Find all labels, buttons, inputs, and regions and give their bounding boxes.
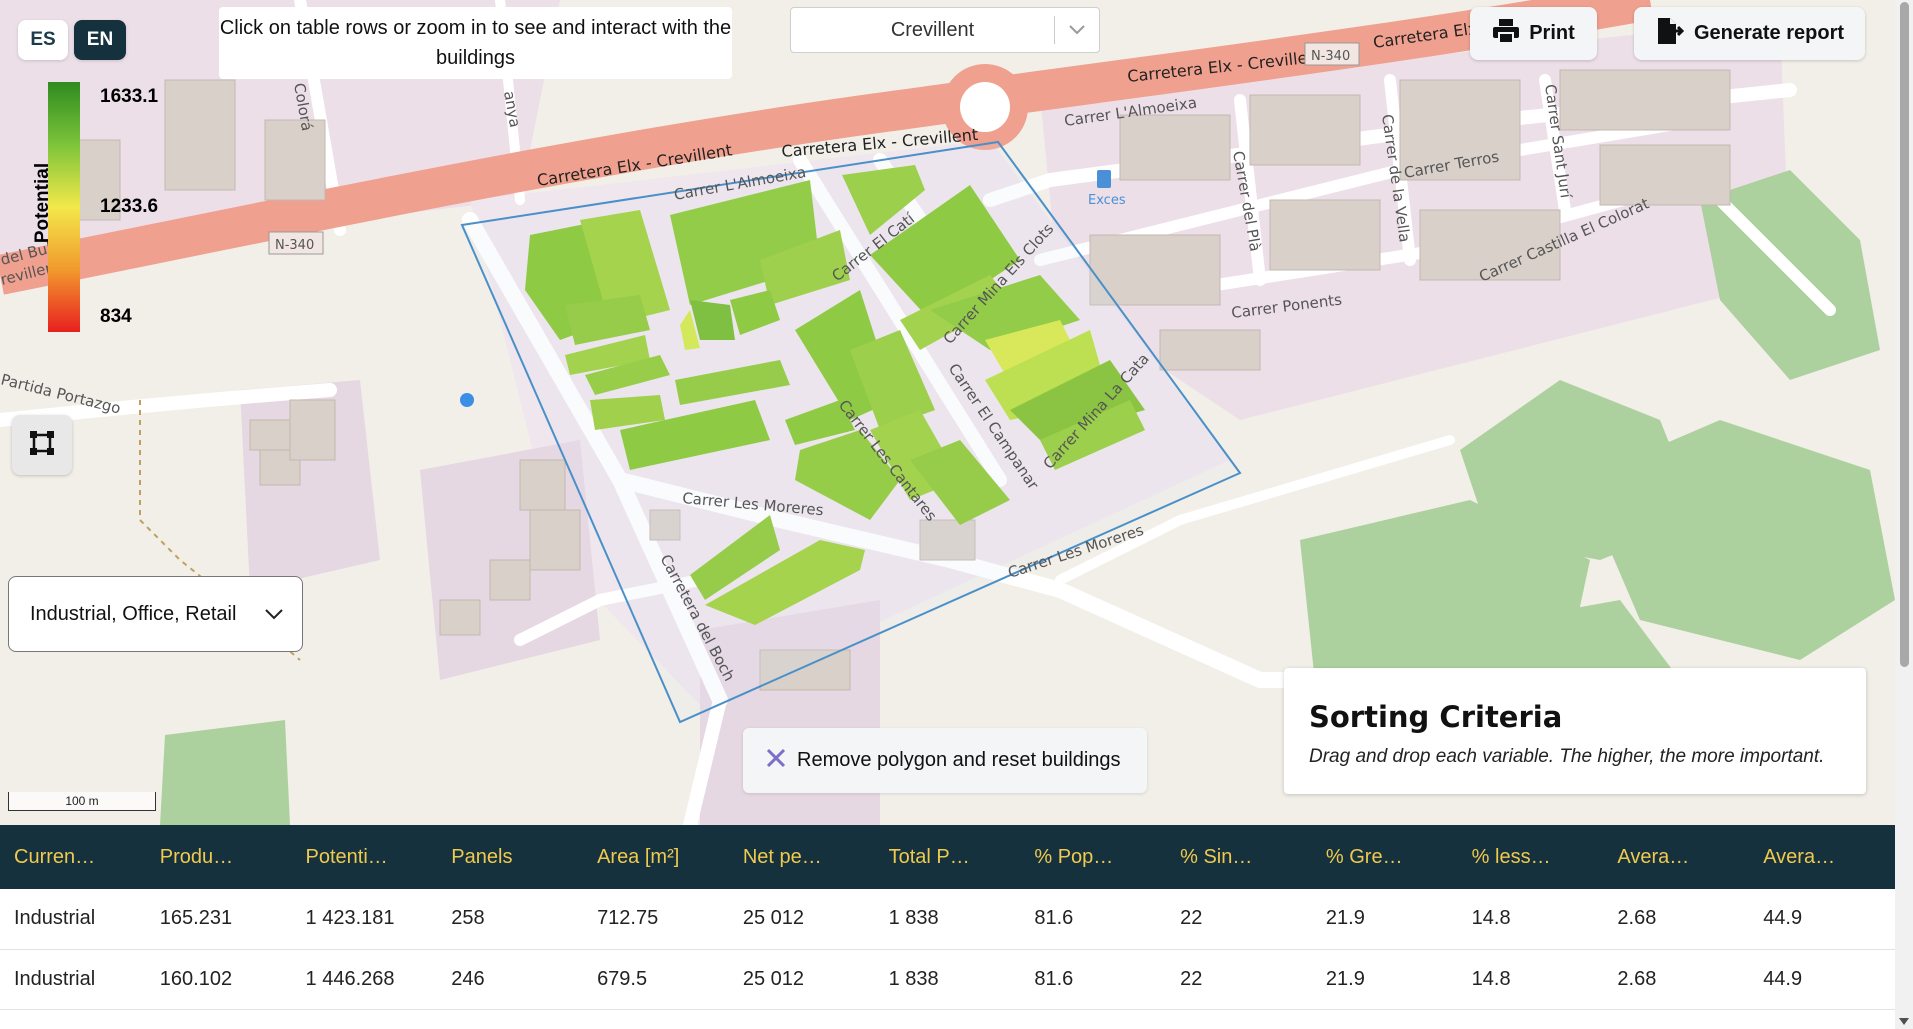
table-cell: 1 838 [888, 907, 939, 930]
table-cell: 712.75 [597, 907, 659, 930]
generate-report-button[interactable]: Generate report [1634, 7, 1865, 60]
roundabout-center [960, 82, 1010, 132]
building-type-value: Industrial, Office, Retail [30, 602, 237, 625]
table-row[interactable]: Industrial 160.102 1 446.268 246 679.5 2… [0, 949, 1895, 1009]
municipality-value: Crevillent [890, 18, 975, 41]
forest-patch [160, 720, 290, 825]
legend-mid-value: 1233.6 [100, 196, 159, 217]
column-header[interactable]: Avera… [1603, 825, 1749, 889]
scrollbar-thumb[interactable] [1900, 2, 1909, 667]
column-header[interactable]: Panels [437, 825, 583, 889]
table-cell: 44.9 [1763, 907, 1803, 930]
column-header[interactable]: Net pe… [729, 825, 875, 889]
table-cell: 81.6 [1034, 967, 1074, 990]
scroll-down-icon[interactable] [1899, 1018, 1909, 1025]
table-cell: Industrial [14, 967, 96, 990]
sorting-criteria-panel: Sorting Criteria Drag and drop each vari… [1284, 668, 1866, 794]
table-cell: Industrial [14, 907, 96, 930]
sorting-title: Sorting Criteria [1309, 700, 1563, 734]
table-cell: 2.68 [1617, 967, 1657, 990]
table-cell: 44.9 [1763, 967, 1803, 990]
column-header[interactable]: % Sin… [1166, 825, 1312, 889]
table-cell: 22 [1180, 907, 1203, 930]
table-cell: 21.9 [1325, 907, 1365, 930]
column-header[interactable]: % Gre… [1312, 825, 1458, 889]
table-cell: 2.68 [1617, 907, 1657, 930]
building-type-select[interactable]: Industrial, Office, Retail [8, 576, 303, 652]
table-cell: 21.9 [1325, 967, 1365, 990]
column-header[interactable]: % Pop… [1020, 825, 1166, 889]
table-cell: 14.8 [1471, 907, 1511, 930]
legend-max-value: 1633.1 [100, 86, 159, 107]
n340-shield: N-340 [268, 231, 324, 255]
column-header[interactable]: Potenti… [292, 825, 438, 889]
table-cell: 160.102 [159, 967, 233, 990]
table-cell: 165.231 [159, 907, 233, 930]
table-cell: 1 446.268 [305, 967, 395, 990]
language-en-button[interactable]: EN [74, 20, 126, 60]
chevron-down-icon[interactable] [1055, 8, 1099, 52]
n340-label: N-340 [275, 238, 314, 253]
close-icon [765, 747, 787, 775]
generate-report-label: Generate report [1693, 22, 1845, 44]
language-es-button[interactable]: ES [18, 20, 68, 60]
remove-polygon-label: Remove polygon and reset buildings [797, 749, 1121, 771]
column-header[interactable]: Curren… [0, 825, 146, 889]
table-cell: 14.8 [1471, 967, 1511, 990]
column-header[interactable]: % less… [1458, 825, 1604, 889]
table-row[interactable]: Industrial 165.231 1 423.181 258 712.75 … [0, 889, 1895, 949]
page-scrollbar[interactable] [1895, 0, 1913, 1029]
table-cell: 25 012 [742, 907, 804, 930]
print-button[interactable]: Print [1470, 7, 1597, 60]
draw-polygon-button[interactable] [12, 415, 72, 475]
n340-label: N-340 [1311, 49, 1350, 64]
legend-color-bar [48, 82, 80, 332]
table-header-row: Curren… Produ… Potenti… Panels Area [m²]… [0, 825, 1895, 889]
table-cell: 246 [451, 967, 485, 990]
column-header[interactable]: Area [m²] [583, 825, 729, 889]
table-cell: 25 012 [742, 967, 804, 990]
chevron-down-icon[interactable] [246, 608, 302, 620]
table-cell: 258 [451, 907, 485, 930]
file-export-icon [1655, 17, 1685, 51]
column-header[interactable]: Produ… [146, 825, 292, 889]
language-toggle: ES EN [18, 20, 126, 60]
location-marker[interactable] [460, 393, 474, 407]
buildings-table: Curren… Produ… Potenti… Panels Area [m²]… [0, 825, 1895, 1029]
map-scale: 100 m [8, 792, 156, 811]
column-header[interactable]: Total P… [875, 825, 1021, 889]
table-cell: 679.5 [597, 967, 648, 990]
municipality-select[interactable]: Crevillent [790, 7, 1100, 53]
column-header[interactable]: Avera… [1749, 825, 1895, 889]
print-label: Print [1529, 22, 1575, 44]
remove-polygon-button[interactable]: Remove polygon and reset buildings [743, 728, 1147, 793]
legend-min-value: 834 [100, 306, 132, 327]
table-cell: 22 [1180, 967, 1203, 990]
table-cell: 1 423.181 [305, 907, 395, 930]
potential-legend: Potential 1633.1 1233.6 834 [14, 80, 158, 335]
table-cell: 1 838 [888, 967, 939, 990]
n340-shield: N-340 [1304, 42, 1360, 66]
fuel-station-label: Exces [1088, 193, 1126, 208]
app-root: Exces Carretera Elx - Crevillent Carrete… [0, 0, 1913, 1029]
sorting-subtitle: Drag and drop each variable. The higher,… [1309, 746, 1825, 767]
table-cell: 81.6 [1034, 907, 1074, 930]
printer-icon [1492, 18, 1520, 50]
info-banner: Click on table rows or zoom in to see an… [219, 7, 732, 79]
polygon-icon [29, 430, 55, 461]
